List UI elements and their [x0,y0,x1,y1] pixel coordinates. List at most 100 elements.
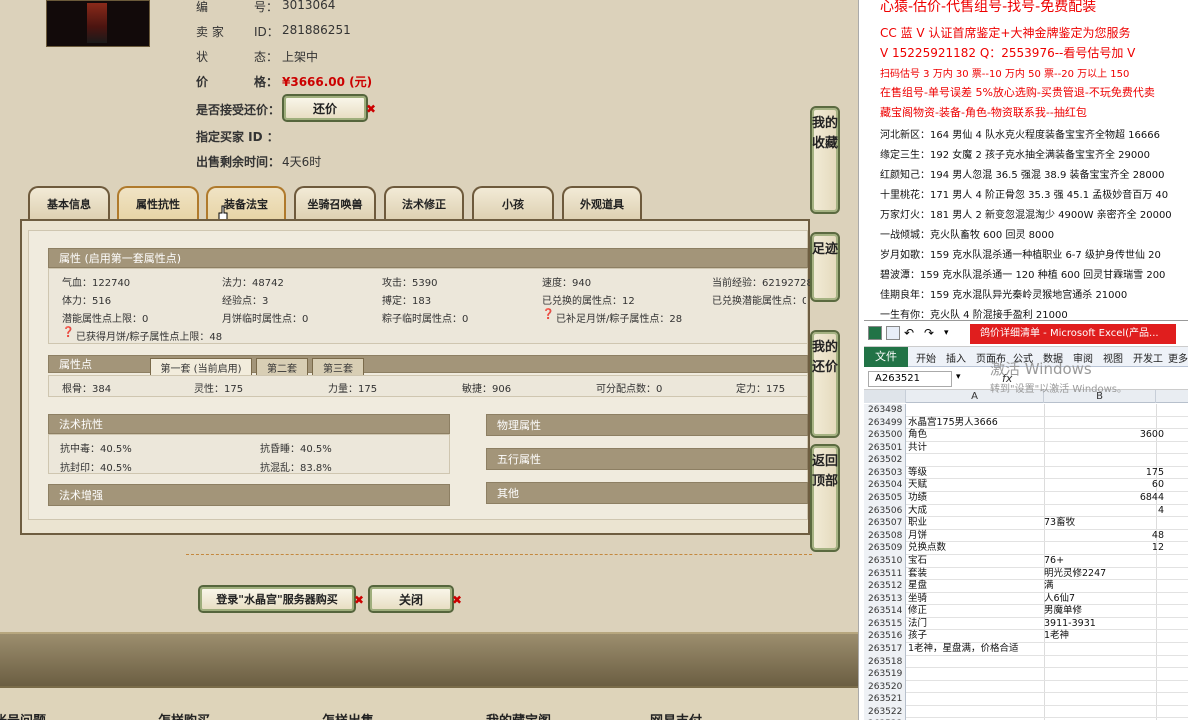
tab-basic-info[interactable]: 基本信息 [28,186,110,220]
cell-b[interactable]: 3600 [1044,429,1164,441]
footer-link-account[interactable]: 账号问题 [0,710,46,720]
table-row[interactable]: 263520 [864,680,1188,694]
row-number[interactable]: 263508 [864,529,906,543]
cell-b[interactable]: 3911-3931 [1044,618,1164,630]
row-number[interactable]: 263502 [864,454,906,467]
physical-attr-title[interactable]: 物理属性 [486,414,808,436]
cell-a[interactable]: 孩子 [908,630,927,642]
table-row[interactable]: 263522 [864,705,1188,719]
tab-spells[interactable]: 法术修正 [384,186,464,220]
login-buy-button[interactable]: 登录"水晶宫"服务器购买 [198,585,356,613]
cell-a[interactable]: 兑换点数 [908,542,946,554]
table-row[interactable]: 263519 [864,668,1188,681]
footer-link-netease-pay[interactable]: 网易支付 [650,710,702,720]
table-row[interactable]: 263501 共计 [864,441,1188,455]
row-number[interactable]: 263504 [864,479,906,493]
ribbon-tab-insert[interactable]: 插入 [946,350,966,365]
ribbon-tab-developer[interactable]: 开发工 [1133,350,1163,365]
cell-a[interactable]: 等级 [908,467,927,479]
row-number[interactable]: 263517 [864,642,906,656]
table-row[interactable]: 263507 职业 73畜牧 [864,517,1188,530]
cell-a[interactable]: 法门 [908,618,927,630]
tab-attributes[interactable]: 属性抗性 [117,186,199,220]
row-number[interactable]: 263521 [864,693,906,706]
spell-enhance-title[interactable]: 法术增强 [48,484,450,506]
table-row[interactable]: 263503 等级 175 [864,466,1188,480]
cell-b[interactable]: 满 [1044,580,1164,592]
table-row[interactable]: 263498 [864,404,1188,417]
side-my-offers-button[interactable]: 我的还价 [810,330,840,438]
ribbon-tab-view[interactable]: 视图 [1103,350,1123,365]
row-number[interactable]: 263503 [864,466,906,480]
cell-b[interactable]: 明光灵修2247 [1044,568,1164,580]
cell-b[interactable]: 60 [1044,479,1164,491]
row-number[interactable]: 263520 [864,680,906,694]
row-number[interactable]: 263518 [864,655,906,669]
row-number[interactable]: 263499 [864,416,906,430]
ribbon-tab-home[interactable]: 开始 [916,350,936,365]
row-number[interactable]: 263505 [864,492,906,505]
side-favorites-button[interactable]: 我的收藏 [810,106,840,214]
row-number[interactable]: 263510 [864,554,906,568]
cell-a[interactable]: 坐骑 [908,593,927,605]
row-number[interactable]: 263512 [864,580,906,593]
table-row[interactable]: 263513 坐骑 人6仙7 [864,592,1188,606]
cell-a[interactable]: 大成 [908,505,927,517]
tab-child[interactable]: 小孩 [472,186,554,220]
cell-b[interactable]: 175 [1044,467,1164,479]
table-row[interactable]: 263516 孩子 1老神 [864,630,1188,643]
cell-a[interactable]: 水晶宫175男人3666 [908,417,998,429]
other-title[interactable]: 其他 [486,482,808,504]
cell-b[interactable]: 48 [1044,530,1164,542]
quick-access-dropdown-icon[interactable]: ▾ [944,326,958,340]
table-row[interactable]: 263514 修正 男魔单修 [864,605,1188,618]
cell-a[interactable]: 宝石 [908,555,927,567]
redo-icon[interactable]: ↷ [924,326,938,340]
row-number[interactable]: 263506 [864,504,906,518]
counter-offer-button[interactable]: 还价 [282,94,368,122]
row-number[interactable]: 263501 [864,441,906,455]
row-number[interactable]: 263514 [864,605,906,618]
table-row[interactable]: 263511 套装 明光灵修2247 [864,567,1188,581]
excel-name-box[interactable]: A263521 [868,371,952,387]
row-number[interactable]: 263498 [864,404,906,417]
cell-b[interactable]: 73畜牧 [1044,517,1164,529]
cell-a[interactable]: 功绩 [908,492,927,504]
table-row[interactable]: 263499 水晶宫175男人3666 [864,416,1188,430]
table-row[interactable]: 263510 宝石 76+ [864,554,1188,568]
cell-a[interactable]: 套装 [908,568,927,580]
row-number[interactable]: 263519 [864,668,906,681]
row-number[interactable]: 263522 [864,705,906,719]
tab-mounts[interactable]: 坐骑召唤兽 [294,186,376,220]
row-number[interactable]: 263515 [864,617,906,631]
row-number[interactable]: 263516 [864,630,906,643]
table-row[interactable]: 263517 1老神，星盘满，价格合适 [864,642,1188,656]
ribbon-tab-file[interactable]: 文件 [864,347,908,367]
excel-grid[interactable]: 263498 263499 水晶宫175男人3666 263500 角色 3600 2635… [864,404,1188,720]
cell-b[interactable]: 4 [1044,505,1164,517]
cell-b[interactable]: 男魔单修 [1044,605,1164,617]
row-number[interactable]: 263513 [864,592,906,606]
help-icon[interactable]: ❓ [542,309,554,320]
table-row[interactable]: 263508 月饼 48 [864,529,1188,543]
close-button[interactable]: 关闭 [368,585,454,613]
cell-b[interactable]: 人6仙7 [1044,593,1164,605]
footer-link-how-sell[interactable]: 怎样出售 [322,710,374,720]
cell-b[interactable]: 12 [1044,542,1164,554]
side-history-button[interactable]: 足迹 [810,232,840,302]
row-number[interactable]: 263507 [864,517,906,530]
cell-a[interactable]: 星盘 [908,580,927,592]
table-row[interactable]: 263504 天赋 60 [864,479,1188,493]
table-row[interactable]: 263502 [864,454,1188,467]
cell-b[interactable]: 1老神 [1044,630,1164,642]
table-row[interactable]: 263518 [864,655,1188,669]
row-number[interactable]: 263509 [864,542,906,555]
cell-a[interactable]: 角色 [908,429,927,441]
cell-a[interactable]: 1老神，星盘满，价格合适 [908,643,1019,655]
table-row[interactable]: 263521 [864,693,1188,706]
cell-a[interactable]: 修正 [908,605,927,617]
save-icon[interactable] [886,326,900,340]
subtab-set-1[interactable]: 第一套 (当前启用) [150,358,252,376]
subtab-set-2[interactable]: 第二套 [256,358,308,376]
table-row[interactable]: 263506 大成 4 [864,504,1188,518]
